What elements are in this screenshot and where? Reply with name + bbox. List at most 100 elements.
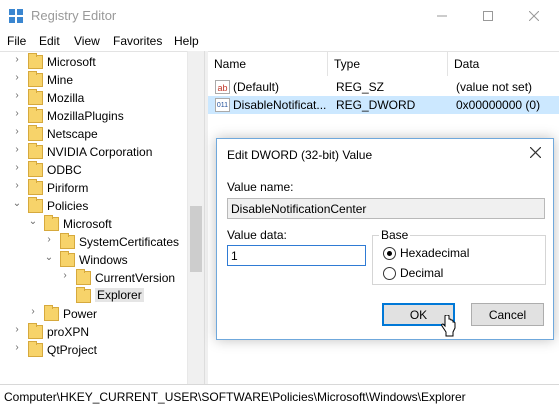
folder-icon <box>28 197 43 213</box>
folder-icon <box>28 125 43 141</box>
tree-item-label: CurrentVersion <box>95 271 176 285</box>
folder-icon <box>28 179 43 195</box>
tree-item[interactable]: › ODBC <box>0 161 204 179</box>
tree-item[interactable]: › Netscape <box>0 125 204 143</box>
menu-help[interactable]: Help <box>174 34 199 48</box>
scroll-thumb[interactable] <box>190 206 202 272</box>
value-data-label: Value data: <box>227 228 287 242</box>
tree-item-label: Power <box>63 307 98 321</box>
dialog-title: Edit DWORD (32-bit) Value <box>227 148 373 162</box>
chevron-down-icon[interactable]: ⌄ <box>44 252 54 263</box>
tree-item-label: Piriform <box>47 181 89 195</box>
folder-icon <box>76 287 91 303</box>
chevron-right-icon[interactable]: › <box>12 162 22 173</box>
tree-item[interactable]: ⌄ Microsoft <box>0 215 204 233</box>
folder-icon <box>28 161 43 177</box>
close-icon <box>529 10 539 21</box>
chevron-right-icon[interactable]: › <box>12 180 22 191</box>
maximize-button[interactable] <box>465 0 511 31</box>
close-button[interactable] <box>511 0 557 31</box>
tree-item-label: Netscape <box>47 127 98 141</box>
tree-item-label: Microsoft <box>63 217 112 231</box>
tree-item[interactable]: › Mine <box>0 71 204 89</box>
base-group-title: Base <box>379 228 411 242</box>
chevron-right-icon[interactable]: › <box>60 270 70 281</box>
decimal-label[interactable]: Decimal <box>400 266 443 280</box>
menu-view[interactable]: View <box>74 34 100 48</box>
menu-edit[interactable]: Edit <box>39 34 60 48</box>
chevron-right-icon[interactable]: › <box>28 306 38 317</box>
column-header-name[interactable]: Name <box>208 52 328 76</box>
chevron-right-icon[interactable]: › <box>12 108 22 119</box>
minimize-button[interactable] <box>419 0 465 31</box>
value-name: (Default) <box>233 80 280 94</box>
tree-item-label: MozillaPlugins <box>47 109 124 123</box>
chevron-right-icon[interactable]: › <box>44 234 54 245</box>
tree-item-label: Windows <box>79 253 128 267</box>
tree-item-label: Policies <box>47 199 89 213</box>
chevron-right-icon[interactable]: › <box>12 324 22 335</box>
tree-item[interactable]: ⌄ Windows <box>0 251 204 269</box>
tree-item[interactable]: ⌄ Policies <box>0 197 204 215</box>
folder-icon <box>28 323 43 339</box>
cancel-button[interactable]: Cancel <box>471 303 544 326</box>
hexadecimal-label[interactable]: Hexadecimal <box>400 246 469 260</box>
chevron-down-icon[interactable]: ⌄ <box>12 198 22 209</box>
tree-item[interactable]: › QtProject <box>0 341 204 359</box>
minimize-icon <box>437 15 447 16</box>
edit-dword-dialog: Edit DWORD (32-bit) Value Value name: Di… <box>216 138 554 340</box>
tree-item-label: QtProject <box>47 343 98 357</box>
menu-bar: File Edit View Favorites Help <box>0 31 559 51</box>
folder-icon <box>28 143 43 159</box>
value-name-label: Value name: <box>227 180 294 194</box>
registry-tree[interactable]: › Microsoft › Mine › Mozilla › MozillaPlugins › N… <box>0 51 204 384</box>
hexadecimal-radio[interactable] <box>383 247 396 260</box>
tree-item[interactable]: › NVIDIA Corporation <box>0 143 204 161</box>
folder-icon <box>44 215 59 231</box>
folder-icon <box>28 89 43 105</box>
tree-item[interactable]: › Mozilla <box>0 89 204 107</box>
value-data: 0x00000000 (0) <box>456 98 541 112</box>
chevron-right-icon[interactable]: › <box>12 90 22 101</box>
base-group: Base Hexadecimal Decimal <box>372 228 546 285</box>
value-name: DisableNotificat... <box>233 98 327 112</box>
tree-item[interactable]: › Microsoft <box>0 53 204 71</box>
tree-item[interactable]: › CurrentVersion <box>0 269 204 287</box>
menu-favorites[interactable]: Favorites <box>113 34 162 48</box>
dialog-close-button[interactable] <box>523 142 547 166</box>
value-data: (value not set) <box>456 80 533 94</box>
folder-icon <box>60 233 75 249</box>
tree-item[interactable]: › Power <box>0 305 204 323</box>
decimal-radio[interactable] <box>383 267 396 280</box>
tree-item[interactable]: › proXPN <box>0 323 204 341</box>
column-header-data[interactable]: Data <box>448 52 559 76</box>
column-header-type[interactable]: Type <box>328 52 448 76</box>
menu-file[interactable]: File <box>7 34 26 48</box>
tree-item-label: proXPN <box>47 325 90 339</box>
chevron-right-icon[interactable]: › <box>12 126 22 137</box>
value-name-field[interactable]: DisableNotificationCenter <box>227 198 545 219</box>
tree-item[interactable]: › SystemCertificates <box>0 233 204 251</box>
value-row[interactable]: ab (Default) REG_SZ (value not set) <box>208 78 559 96</box>
string-value-icon: ab <box>215 80 230 94</box>
value-row-selected[interactable]: 011 DisableNotificat... REG_DWORD 0x0000… <box>208 96 559 114</box>
chevron-right-icon[interactable]: › <box>12 54 22 65</box>
folder-icon <box>76 269 91 285</box>
value-type: REG_DWORD <box>336 98 416 112</box>
value-data-input[interactable]: 1 <box>227 245 366 266</box>
chevron-right-icon[interactable]: › <box>12 72 22 83</box>
tree-item[interactable]: › MozillaPlugins <box>0 107 204 125</box>
chevron-right-icon[interactable]: › <box>12 342 22 353</box>
chevron-right-icon[interactable]: › <box>12 144 22 155</box>
folder-icon <box>28 53 43 69</box>
tree-item-label: Mine <box>47 73 74 87</box>
title-bar: Registry Editor <box>0 0 559 31</box>
status-bar: Computer\HKEY_CURRENT_USER\SOFTWARE\Poli… <box>0 384 559 407</box>
chevron-down-icon[interactable]: ⌄ <box>28 216 38 227</box>
tree-item[interactable]: › Piriform <box>0 179 204 197</box>
folder-icon <box>28 71 43 87</box>
registry-editor-icon <box>9 9 23 23</box>
tree-item[interactable]: Explorer <box>0 287 204 305</box>
close-icon <box>529 146 541 159</box>
tree-scrollbar[interactable] <box>187 51 204 384</box>
